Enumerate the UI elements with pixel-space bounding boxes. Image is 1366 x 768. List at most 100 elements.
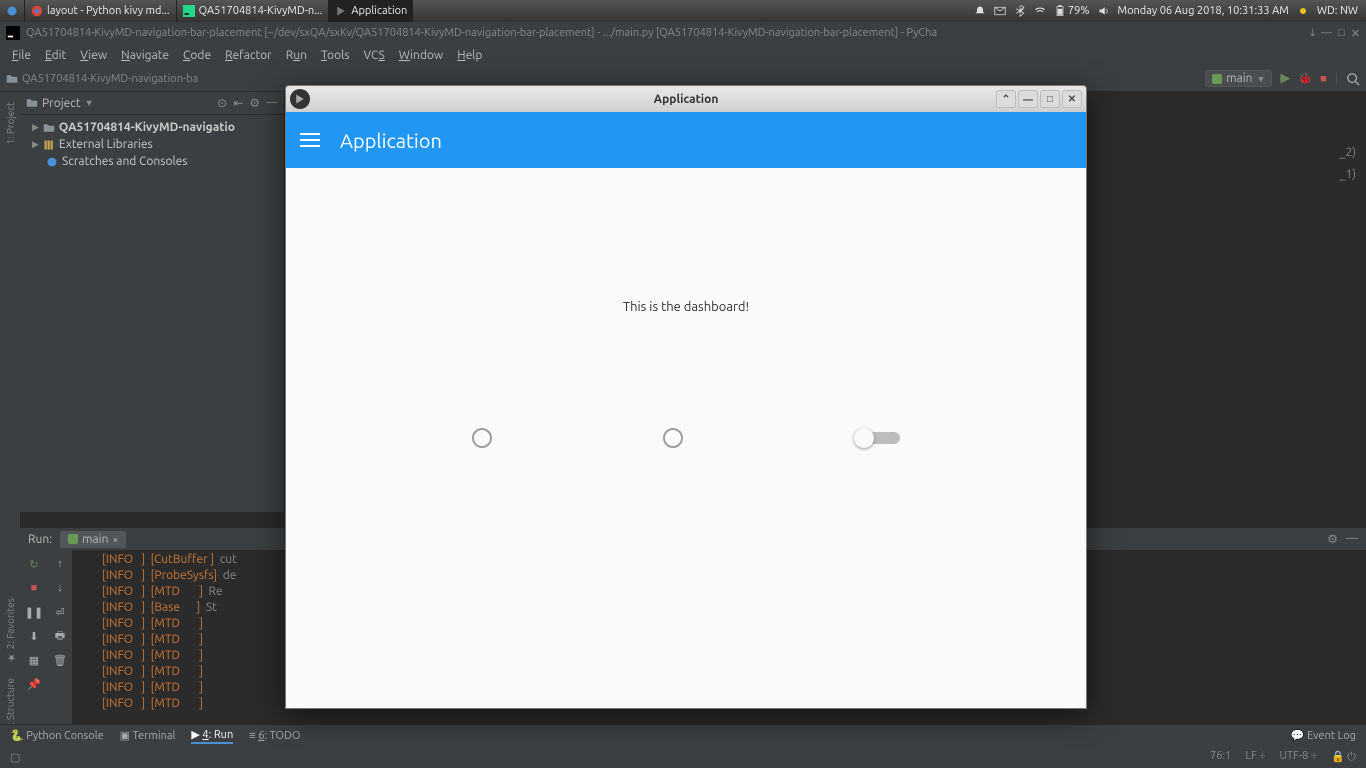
down-button[interactable]: ⬇ [26, 628, 42, 644]
tool-terminal[interactable]: ▣ Terminal [120, 729, 176, 742]
up-button[interactable]: ↑ [52, 556, 68, 572]
ide-keep-on-top-icon[interactable]: ⤓ [1310, 27, 1315, 40]
radio-button-1[interactable] [472, 428, 492, 448]
gear-icon[interactable]: ⚙ [1327, 532, 1338, 546]
radio-button-2[interactable] [663, 428, 683, 448]
hamburger-icon[interactable] [300, 133, 320, 147]
left-gutter: 1: Project ★ 2: Favorites ⌬ 7: Structure [0, 92, 20, 744]
tree-root[interactable]: ▶ QA51704814-KivyMD-navigatio [22, 119, 282, 136]
panel-launcher[interactable] [0, 0, 24, 22]
wrap-button[interactable]: ⏎ [52, 604, 68, 620]
close-icon[interactable]: × [112, 534, 118, 545]
scratch-icon [46, 156, 58, 168]
run-side-buttons-2: ↑ ↓ ⏎ 🖶 🗑 [48, 550, 72, 744]
dashboard-label: This is the dashboard! [286, 300, 1086, 314]
ide-menubar: File Edit View Navigate Code Refactor Ru… [0, 44, 1366, 66]
tab-favorites[interactable]: ★ 2: Favorites [3, 596, 18, 664]
python-icon [1212, 74, 1222, 84]
volume-icon[interactable] [1098, 5, 1110, 17]
layout-button[interactable]: ▦ [26, 652, 42, 668]
system-tray: 79% Monday 06 Aug 2018, 10:31:33 AM WD: … [966, 5, 1366, 17]
folder-icon [6, 73, 18, 85]
tool-todo[interactable]: ≡ 6: TODO [249, 730, 300, 742]
stop-button[interactable]: ■ [1320, 73, 1327, 85]
pause-button[interactable]: ❚❚ [26, 604, 42, 620]
kivy-controls-row [286, 428, 1086, 448]
status-context[interactable]: 🔒 ⏻ [1331, 750, 1356, 764]
collapse-icon[interactable]: ⇤ [233, 96, 243, 110]
search-icon[interactable] [1346, 72, 1360, 86]
menu-file[interactable]: File [6, 47, 37, 64]
tab-project[interactable]: 1: Project [3, 100, 18, 147]
tree-external-libs[interactable]: ▶ External Libraries [22, 136, 282, 153]
menu-tools[interactable]: Tools [315, 47, 356, 64]
hide-icon[interactable]: — [1346, 532, 1358, 546]
ide-titlebar: QA51704814-KivyMD-navigation-bar-placeme… [0, 22, 1366, 44]
weather-icon[interactable] [1297, 5, 1309, 17]
status-caret-pos[interactable]: 76:1 [1210, 750, 1231, 764]
ide-maximize-icon[interactable]: □ [1338, 27, 1345, 40]
menu-window[interactable]: Window [393, 47, 449, 64]
debug-button[interactable]: 🐞 [1298, 72, 1312, 85]
menu-edit[interactable]: Edit [39, 47, 72, 64]
bottom-toolsbar: 🐍 Python Console ▣ Terminal ▶ 4: Run ≡ 6… [0, 724, 1366, 746]
library-icon [43, 139, 55, 151]
status-line-ending[interactable]: LF ÷ [1245, 750, 1265, 764]
breadcrumb[interactable]: QA51704814-KivyMD-navigation-ba [6, 73, 198, 85]
kivy-app-window: Application ⌃ — □ ✕ Application This is … [285, 85, 1087, 709]
down-button[interactable]: ↓ [52, 580, 68, 596]
pycharm-app-icon [6, 26, 20, 40]
ide-minimize-icon[interactable]: — [1321, 27, 1332, 40]
taskbar-item-kivy[interactable]: Application [328, 0, 413, 22]
tool-run[interactable]: ▶ 4: Run [191, 728, 233, 744]
toolbar-divider: | [1335, 72, 1338, 85]
rerun-button[interactable]: ↻ [26, 556, 42, 572]
run-button[interactable]: ▶ [1280, 71, 1290, 86]
menu-run[interactable]: Run [280, 47, 313, 64]
kivy-maximize-icon[interactable]: □ [1040, 90, 1060, 108]
run-config-selector[interactable]: main ▼ [1205, 70, 1272, 87]
stop-button[interactable]: ■ [26, 580, 42, 596]
menu-view[interactable]: View [74, 47, 113, 64]
bluetooth-icon[interactable] [1014, 5, 1026, 17]
run-tab-main[interactable]: main × [60, 531, 126, 548]
tree-scratches[interactable]: Scratches and Consoles [22, 153, 282, 170]
menu-navigate[interactable]: Navigate [115, 47, 175, 64]
clock[interactable]: Monday 06 Aug 2018, 10:31:33 AM [1118, 5, 1289, 17]
switch-thumb [854, 428, 874, 448]
switch-toggle[interactable] [854, 429, 900, 447]
taskbar-label: Application [351, 5, 407, 17]
battery-indicator[interactable]: 79% [1054, 5, 1090, 17]
scroll-to-source-icon[interactable]: ⊙ [217, 96, 227, 110]
menu-help[interactable]: Help [451, 47, 488, 64]
taskbar-item-chrome[interactable]: layout - Python kivy md... [24, 0, 176, 22]
mail-icon[interactable] [994, 5, 1006, 17]
chevron-down-icon[interactable]: ▼ [85, 98, 94, 108]
gear-icon[interactable]: ⚙ [249, 96, 260, 110]
tool-python-console[interactable]: 🐍 Python Console [10, 729, 104, 742]
pin-button[interactable]: 📌 [26, 676, 42, 692]
taskbar-label: layout - Python kivy md... [47, 5, 170, 17]
chrome-icon [31, 5, 43, 17]
wifi-icon[interactable] [1034, 5, 1046, 17]
menu-vcs[interactable]: VCS [357, 47, 390, 64]
ide-close-icon[interactable]: ✕ [1351, 27, 1360, 40]
status-encoding[interactable]: UTF-8 ÷ [1280, 750, 1318, 764]
taskbar-item-pycharm[interactable]: QA51704814-KivyMD-n... [176, 0, 329, 22]
bell-icon[interactable] [974, 5, 986, 17]
trash-button[interactable]: 🗑 [52, 652, 68, 668]
project-tree: ▶ QA51704814-KivyMD-navigatio ▶ External… [20, 115, 284, 174]
chevron-down-icon: ▼ [1256, 74, 1265, 84]
kivy-titlebar[interactable]: Application ⌃ — □ ✕ [286, 86, 1086, 112]
kivy-toolbar-title: Application [340, 129, 442, 152]
kivy-minimize-icon[interactable]: — [1018, 90, 1038, 108]
status-toggle-icon[interactable]: ▢ [10, 751, 20, 764]
kivy-close-icon[interactable]: ✕ [1062, 90, 1082, 108]
menu-refactor[interactable]: Refactor [219, 47, 278, 64]
kivy-rollup-icon[interactable]: ⌃ [996, 90, 1016, 108]
print-button[interactable]: 🖶 [52, 628, 68, 644]
tool-event-log[interactable]: 💬 Event Log [1291, 729, 1356, 742]
desktop-panel: layout - Python kivy md... QA51704814-Ki… [0, 0, 1366, 22]
hide-icon[interactable]: — [266, 96, 278, 110]
menu-code[interactable]: Code [177, 47, 217, 64]
